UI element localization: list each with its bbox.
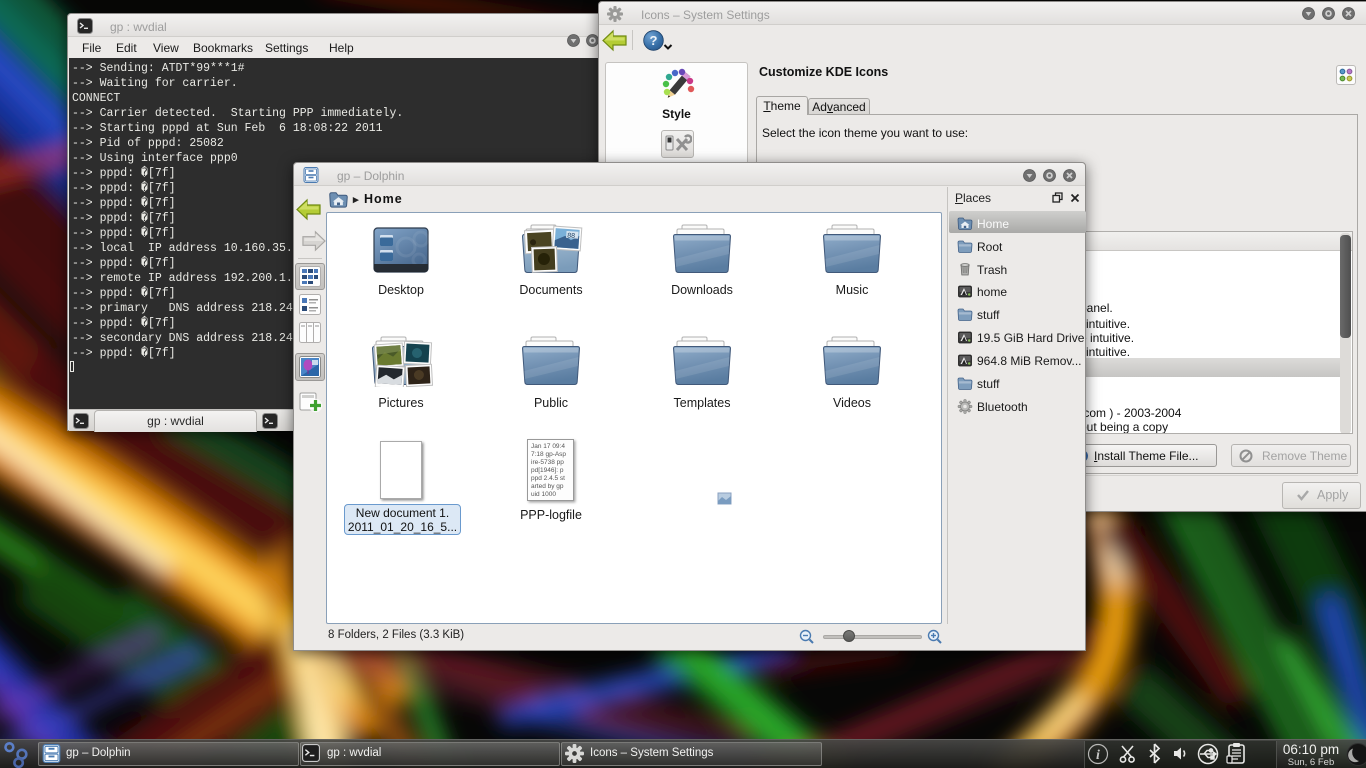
svg-text:i: i	[1096, 748, 1100, 763]
svg-text:?: ?	[650, 33, 658, 48]
